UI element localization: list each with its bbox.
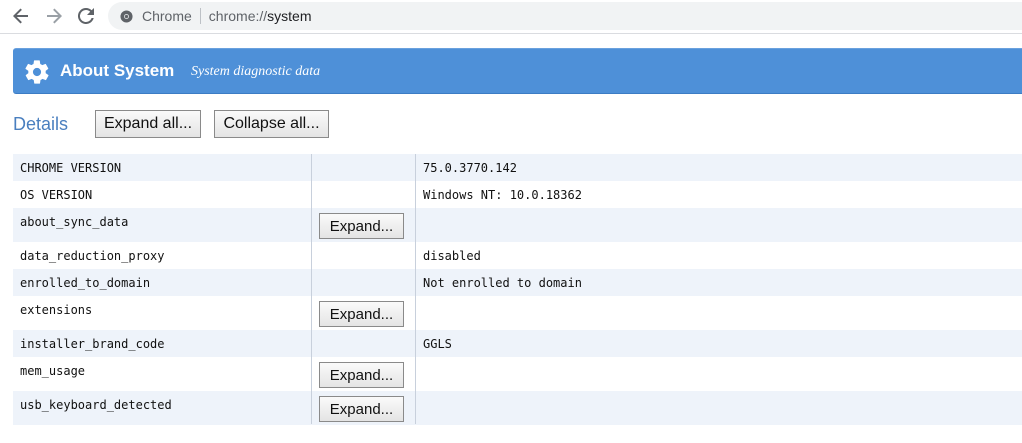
column-divider xyxy=(311,154,312,424)
row-key: CHROME VERSION xyxy=(20,161,122,175)
url-scheme: chrome:// xyxy=(208,8,268,24)
expand-button-usb-keyboard-detected[interactable]: Expand... xyxy=(319,396,404,422)
row-key: installer_brand_code xyxy=(20,337,165,351)
browser-toolbar: Chrome chrome://system xyxy=(0,0,1022,34)
table-row: enrolled_to_domain Not enrolled to domai… xyxy=(13,269,1022,296)
address-bar[interactable]: Chrome chrome://system xyxy=(108,2,1022,30)
omnibox-separator xyxy=(199,8,201,24)
table-row: mem_usage Expand... xyxy=(13,357,1022,391)
row-key: usb_keyboard_detected xyxy=(20,398,172,412)
row-key: mem_usage xyxy=(20,364,86,378)
url-text: chrome://system xyxy=(209,8,312,24)
chrome-icon xyxy=(119,9,133,23)
expand-button-about-sync-data[interactable]: Expand... xyxy=(319,213,404,239)
expand-button-mem-usage[interactable]: Expand... xyxy=(319,362,404,388)
arrow-right-icon xyxy=(47,8,62,24)
table-row: CHROME VERSION 75.0.3770.142 xyxy=(13,154,1022,181)
gear-icon xyxy=(25,60,49,84)
row-key: OS VERSION xyxy=(20,188,93,202)
table-row: usb_keyboard_detected Expand... xyxy=(13,391,1022,425)
column-divider xyxy=(415,154,416,424)
expand-all-button[interactable]: Expand all... xyxy=(95,110,201,138)
page-header: About System System diagnostic data xyxy=(13,48,1022,94)
expand-button-extensions[interactable]: Expand... xyxy=(319,301,404,327)
collapse-all-button[interactable]: Collapse all... xyxy=(214,110,329,138)
table-row: extensions Expand... xyxy=(13,296,1022,330)
row-value: GGLS xyxy=(423,337,452,351)
table-row: installer_brand_code GGLS xyxy=(13,330,1022,357)
table-row: OS VERSION Windows NT: 10.0.18362 xyxy=(13,181,1022,208)
row-key: extensions xyxy=(20,303,93,317)
url-path: system xyxy=(267,8,312,24)
table-row: about_sync_data Expand... xyxy=(13,208,1022,242)
row-value: disabled xyxy=(423,249,481,263)
details-heading: Details xyxy=(13,114,69,134)
row-key: enrolled_to_domain xyxy=(20,276,151,290)
site-name: Chrome xyxy=(142,8,192,24)
reload-icon xyxy=(78,8,94,24)
forward-button[interactable] xyxy=(42,4,66,28)
row-value: Not enrolled to domain xyxy=(423,276,582,290)
table-row: data_reduction_proxy disabled xyxy=(13,242,1022,269)
row-key: about_sync_data xyxy=(20,215,129,229)
row-key: data_reduction_proxy xyxy=(20,249,165,263)
arrow-left-icon xyxy=(13,8,28,24)
row-value: Windows NT: 10.0.18362 xyxy=(423,188,582,202)
page-subtitle: System diagnostic data xyxy=(191,64,321,79)
row-value: 75.0.3770.142 xyxy=(423,161,517,175)
page-title: About System xyxy=(60,61,175,80)
reload-button[interactable] xyxy=(74,4,98,28)
back-button[interactable] xyxy=(9,4,33,28)
